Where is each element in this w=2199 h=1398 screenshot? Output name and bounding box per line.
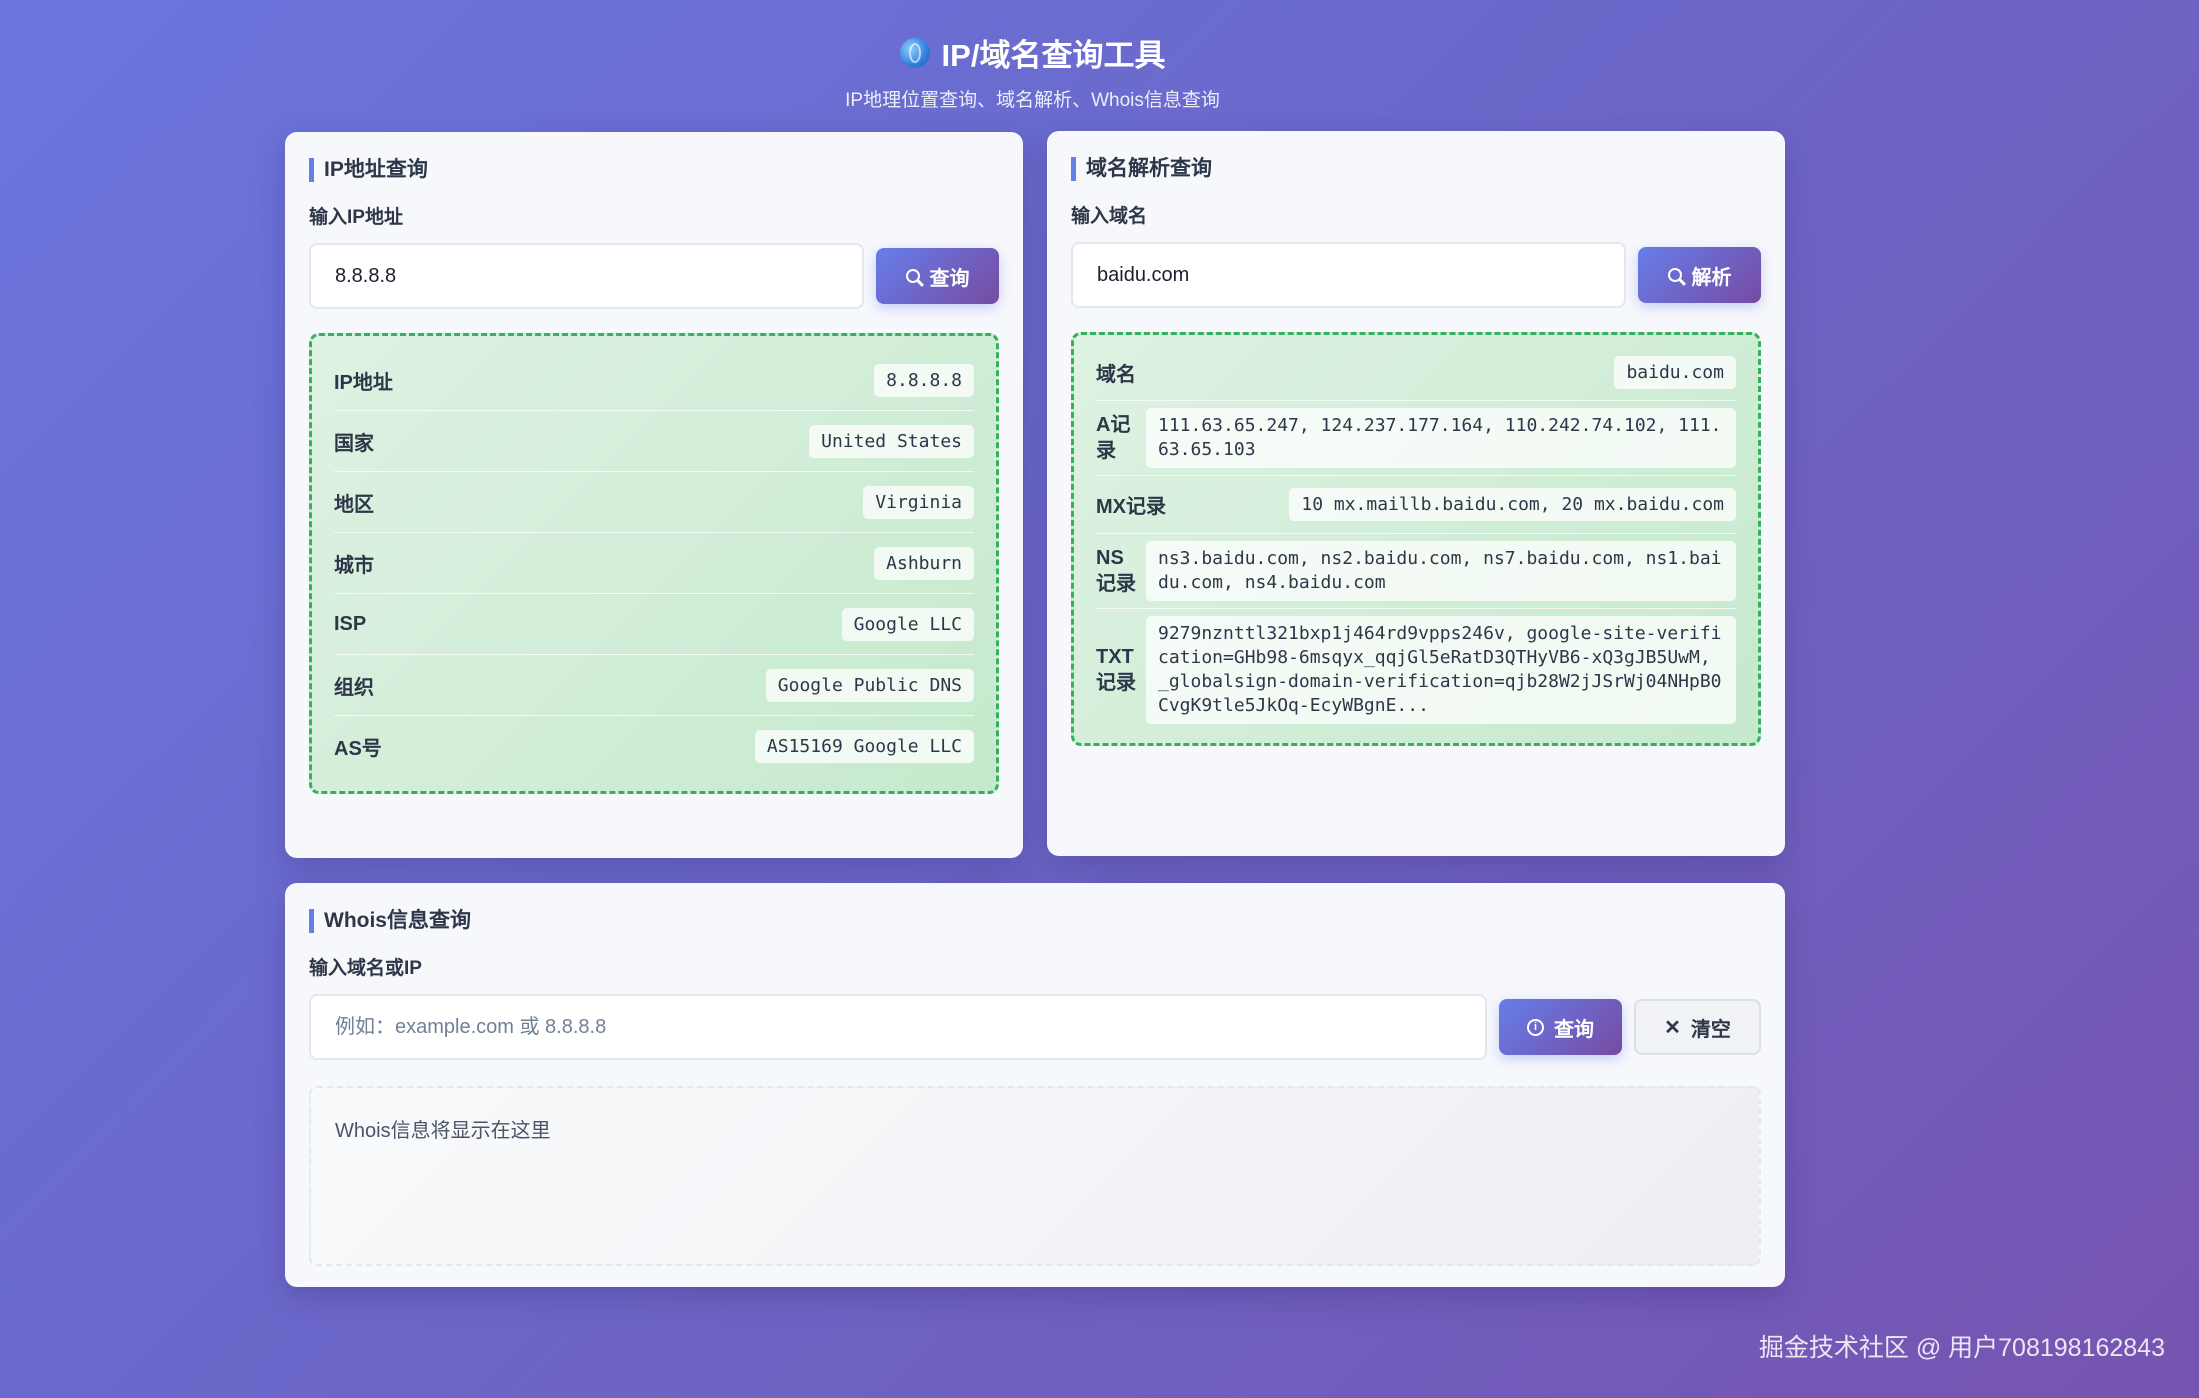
ip-row-region: 地区 Virginia	[334, 472, 974, 533]
page-title-text: IP/域名查询工具	[941, 38, 1166, 73]
whois-query-button-label: 查询	[1554, 1018, 1594, 1041]
dns-row-ns-record: NS记录 ns3.baidu.com, ns2.baidu.com, ns7.b…	[1096, 534, 1736, 609]
ip-input-row: 查询	[309, 243, 999, 309]
whois-query-button[interactable]: i 查询	[1499, 999, 1622, 1055]
ip-row-org: 组织 Google Public DNS	[334, 655, 974, 716]
search-icon	[1667, 268, 1682, 282]
row-value: United States	[809, 424, 974, 458]
dns-lookup-card: 域名解析查询 输入域名 解析 域名 baidu.com A记录 111.63.6…	[1047, 131, 1785, 856]
row-label: A记录	[1096, 414, 1131, 462]
row-label: 国家	[334, 432, 374, 455]
page-header: IP/域名查询工具 IP地理位置查询、域名解析、Whois信息查询	[0, 30, 2065, 112]
row-value: Ashburn	[874, 546, 974, 580]
ip-row-isp: ISP Google LLC	[334, 594, 974, 655]
row-value: 8.8.8.8	[874, 363, 974, 397]
row-value: baidu.com	[1614, 356, 1736, 389]
row-value: Google Public DNS	[765, 668, 974, 702]
row-label: 组织	[334, 676, 374, 699]
whois-card: Whois信息查询 输入域名或IP i 查询 ✕ 清空 Whois信息将显示在这…	[285, 883, 1785, 1287]
row-value: ns3.baidu.com, ns2.baidu.com, ns7.baidu.…	[1146, 541, 1736, 601]
ip-row-country: 国家 United States	[334, 411, 974, 472]
close-icon: ✕	[1664, 1016, 1681, 1039]
clear-button-label: 清空	[1690, 1018, 1731, 1041]
whois-card-title: Whois信息查询	[309, 909, 1761, 933]
dns-card-title: 域名解析查询	[1071, 157, 1761, 181]
row-value: 111.63.65.247, 124.237.177.164, 110.242.…	[1146, 408, 1736, 468]
dns-row-a-record: A记录 111.63.65.247, 124.237.177.164, 110.…	[1096, 401, 1736, 476]
ip-row-address: IP地址 8.8.8.8	[334, 350, 974, 411]
dns-result-panel: 域名 baidu.com A记录 111.63.65.247, 124.237.…	[1071, 332, 1761, 746]
ip-query-button[interactable]: 查询	[876, 248, 999, 304]
row-value: 10 mx.maillb.baidu.com, 20 mx.baidu.com	[1289, 488, 1736, 521]
ip-row-city: 城市 Ashburn	[334, 533, 974, 594]
row-value: AS15169 Google LLC	[754, 730, 974, 763]
row-label: 域名	[1096, 364, 1136, 386]
row-value: Google LLC	[841, 607, 974, 641]
dns-row-txt-record: TXT记录 9279nznttl321bxp1j464rd9vpps246v, …	[1096, 609, 1736, 731]
whois-input[interactable]	[309, 994, 1487, 1060]
row-label: 城市	[334, 554, 374, 577]
whois-input-row: i 查询 ✕ 清空	[309, 994, 1761, 1060]
row-label: MX记录	[1096, 496, 1166, 518]
row-label: NS记录	[1096, 547, 1136, 595]
row-value: Virginia	[863, 485, 974, 519]
dns-row-mx-record: MX记录 10 mx.maillb.baidu.com, 20 mx.baidu…	[1096, 476, 1736, 534]
ip-input-label: 输入IP地址	[309, 207, 403, 228]
row-value: 9279nznttl321bxp1j464rd9vpps246v, google…	[1146, 616, 1736, 724]
ip-row-asn: AS号 AS15169 Google LLC	[334, 716, 974, 777]
ip-query-button-label: 查询	[929, 267, 970, 290]
domain-input[interactable]	[1071, 242, 1626, 308]
resolve-button-label: 解析	[1691, 266, 1732, 289]
ip-result-panel: IP地址 8.8.8.8 国家 United States 地区 Virgini…	[309, 333, 999, 794]
row-label: TXT记录	[1096, 646, 1136, 694]
whois-output: Whois信息将显示在这里	[309, 1086, 1761, 1266]
row-label: ISP	[334, 612, 367, 635]
ip-card-title: IP地址查询	[309, 158, 999, 182]
whois-input-label: 输入域名或IP	[309, 958, 422, 979]
row-label: AS号	[334, 738, 382, 760]
row-label: 地区	[334, 493, 374, 516]
info-icon: i	[1527, 1018, 1544, 1036]
watermark: 掘金技术社区 @ 用户708198162843	[1758, 1334, 2165, 1362]
ip-input[interactable]	[309, 243, 864, 309]
page-title: IP/域名查询工具	[899, 30, 1166, 75]
page-subtitle: IP地理位置查询、域名解析、Whois信息查询	[845, 90, 1220, 111]
globe-icon	[899, 37, 930, 68]
domain-input-row: 解析	[1071, 242, 1761, 308]
search-icon	[905, 269, 920, 283]
resolve-button[interactable]: 解析	[1638, 247, 1761, 303]
row-label: IP地址	[334, 371, 393, 394]
dns-row-domain: 域名 baidu.com	[1096, 345, 1736, 401]
clear-button[interactable]: ✕ 清空	[1634, 999, 1761, 1055]
domain-input-label: 输入域名	[1071, 206, 1148, 227]
ip-lookup-card: IP地址查询 输入IP地址 查询 IP地址 8.8.8.8 国家 United …	[285, 132, 1023, 858]
